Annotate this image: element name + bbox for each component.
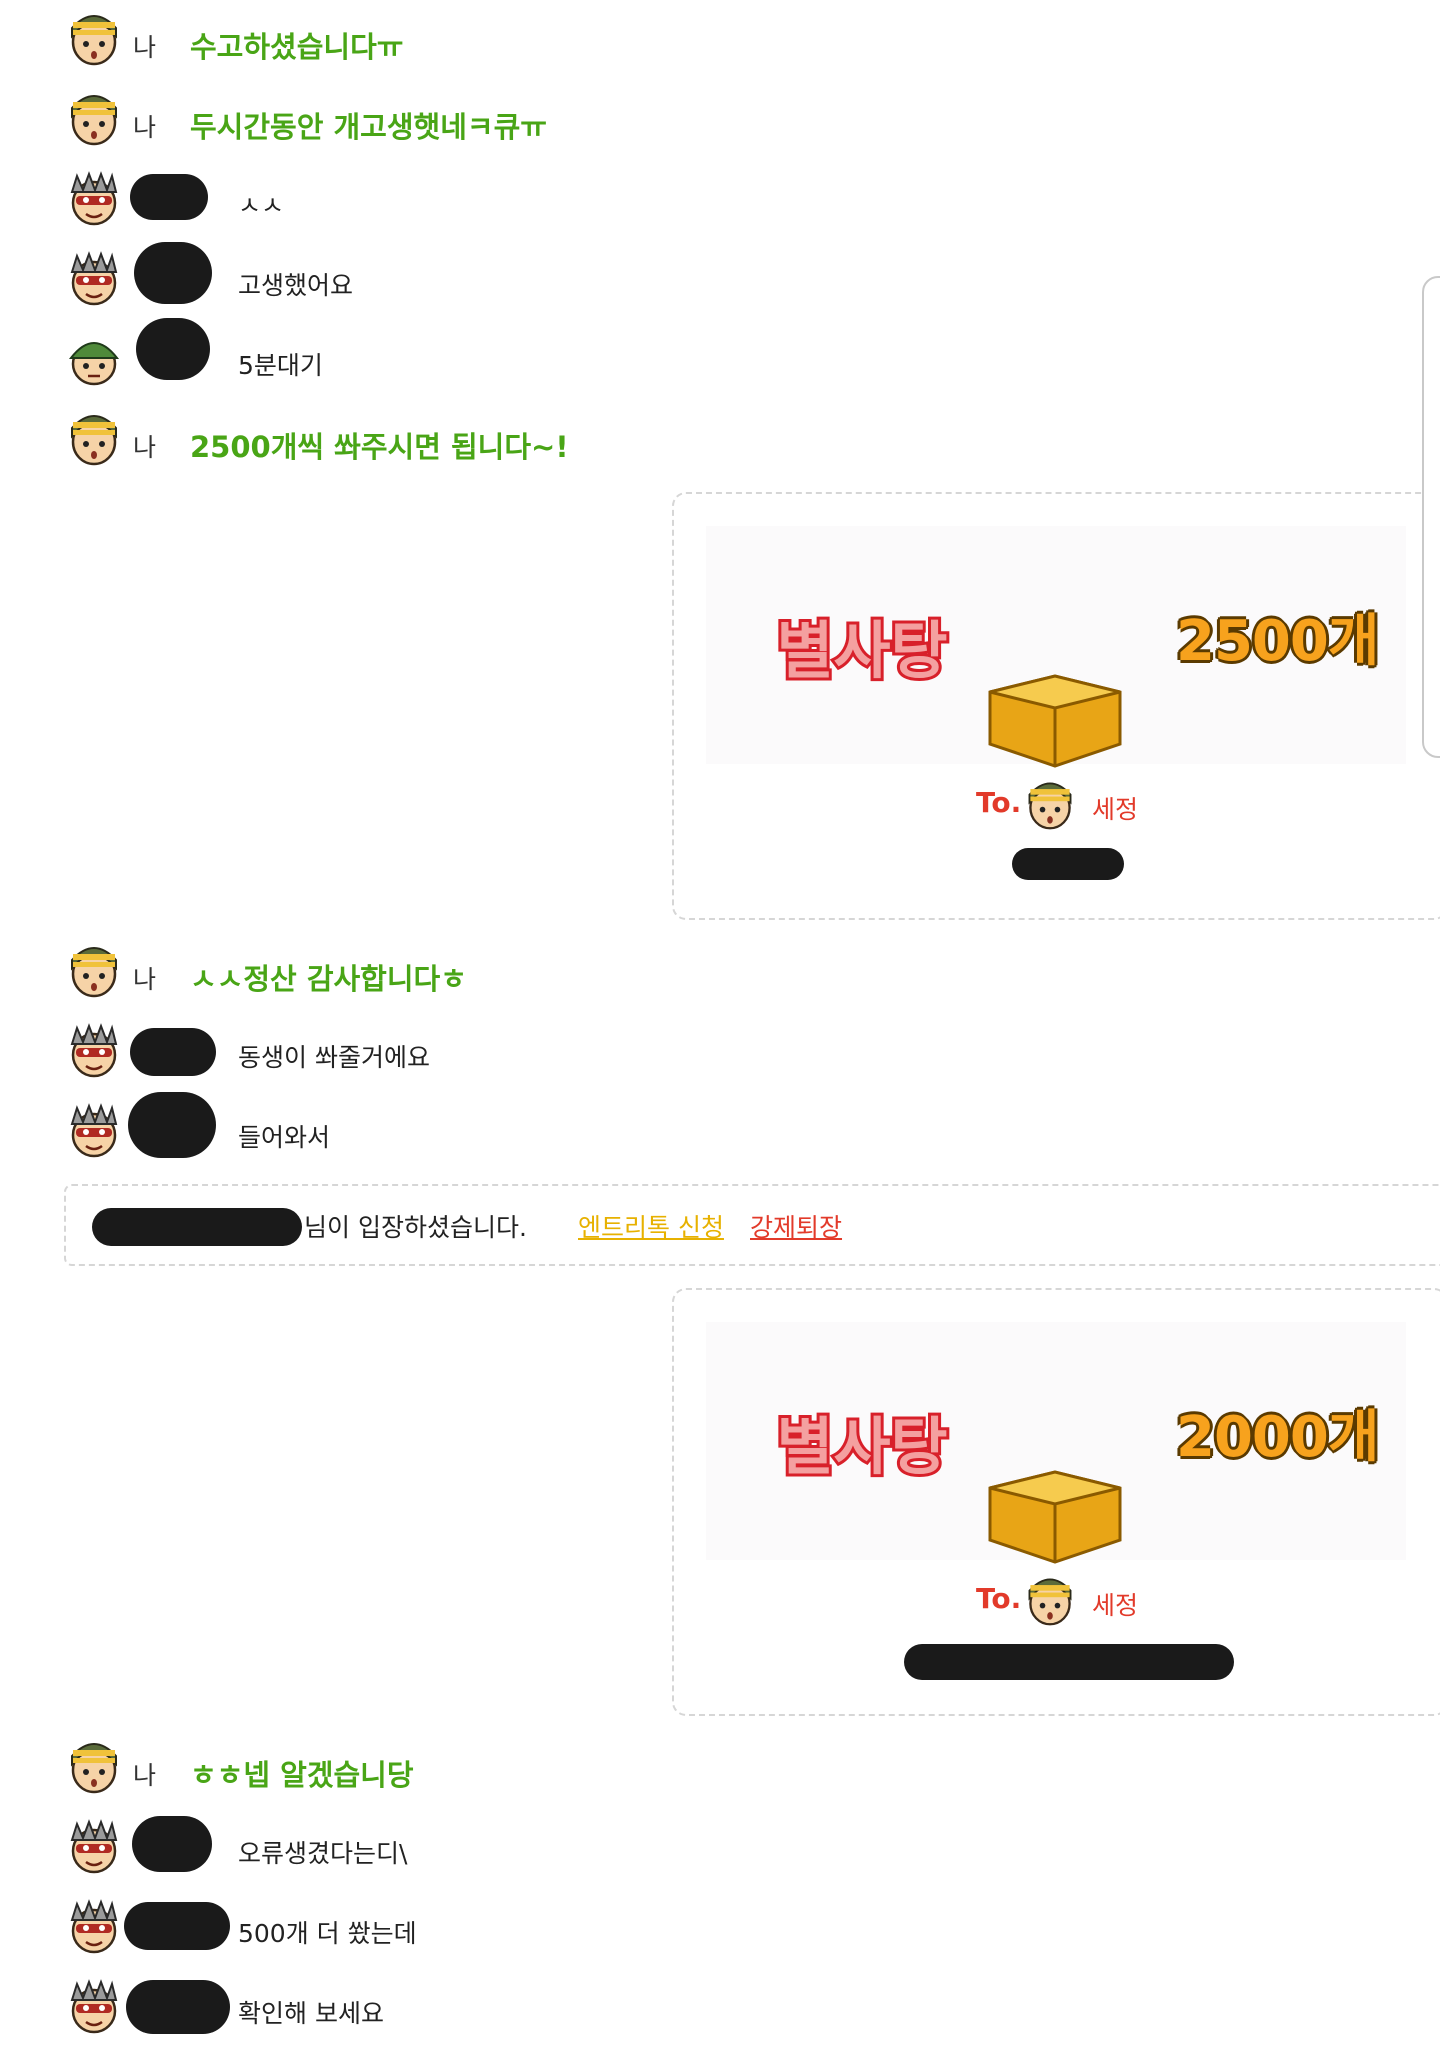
message-row: ㅅㅅ bbox=[0, 168, 1440, 238]
my-avatar-icon bbox=[70, 14, 118, 66]
message-text: 5분대기 bbox=[238, 351, 323, 380]
gift-box-icon bbox=[988, 1470, 1122, 1564]
star-candy-logo-icon: 별사탕 bbox=[773, 1407, 950, 1486]
redacted-name bbox=[128, 1092, 216, 1158]
message-row: 나 ㅎㅎ넵 알겠습니당 bbox=[0, 1736, 1440, 1806]
gift-amount: 2500개 bbox=[1176, 609, 1379, 674]
user-avatar-icon bbox=[70, 1980, 118, 2034]
message-row: 5분대기 bbox=[0, 318, 1440, 398]
scroll-handle[interactable] bbox=[1422, 276, 1440, 758]
message-row: 확인해 보세요 bbox=[0, 1976, 1440, 2046]
redacted-message bbox=[904, 1644, 1234, 1680]
redacted-message bbox=[1012, 848, 1124, 880]
message-row: 나 두시간동안 개고생햇네ㅋ큐ㅠ bbox=[0, 88, 1440, 158]
user-avatar-icon bbox=[69, 341, 119, 386]
gift-to-label: To. bbox=[976, 1582, 1022, 1615]
gift-recipient: 세정 bbox=[1092, 1591, 1139, 1620]
gift-box-icon bbox=[988, 674, 1122, 768]
my-avatar-icon bbox=[70, 414, 118, 466]
gift-banner: 별사탕 2500개 bbox=[706, 526, 1406, 768]
message-row: 나 2500개씩 쏴주시면 됩니다~! bbox=[0, 408, 1440, 478]
my-avatar-icon bbox=[70, 946, 118, 998]
message-row: 고생했어요 bbox=[0, 242, 1440, 318]
user-avatar-icon bbox=[70, 1820, 118, 1874]
message-text: 동생이 쏴줄거에요 bbox=[238, 1043, 430, 1072]
gift-amount: 2000개 bbox=[1176, 1405, 1379, 1470]
gift-card: 별사탕 2000개 To. 세정 bbox=[672, 1288, 1440, 1716]
me-label: 나 bbox=[133, 433, 157, 462]
message-row: 들어와서 bbox=[0, 1092, 1440, 1170]
system-notice: 님이 입장하셨습니다. 엔트리톡 신청 강제퇴장 bbox=[64, 1184, 1440, 1266]
gift-banner: 별사탕 2000개 bbox=[706, 1322, 1406, 1564]
message-row: 나 ㅅㅅ정산 감사합니다ㅎ bbox=[0, 940, 1440, 1010]
force-kick-link[interactable]: 강제퇴장 bbox=[750, 1208, 842, 1244]
system-notice-text: 님이 입장하셨습니다. bbox=[304, 1213, 527, 1242]
svg-text:별사탕: 별사탕 bbox=[776, 614, 947, 687]
redacted-name bbox=[126, 1980, 230, 2034]
message-text: ㅅㅅ정산 감사합니다ㅎ bbox=[190, 962, 467, 996]
user-avatar-icon bbox=[70, 1900, 118, 1954]
my-avatar-icon bbox=[70, 94, 118, 146]
gift-card: 별사탕 2500개 To. 세정 bbox=[672, 492, 1440, 920]
user-avatar-icon bbox=[70, 252, 118, 306]
recipient-avatar-icon bbox=[1028, 782, 1072, 830]
my-avatar-icon bbox=[70, 1742, 118, 1794]
me-label: 나 bbox=[133, 33, 157, 62]
redacted-name bbox=[130, 174, 208, 220]
message-text: 두시간동안 개고생햇네ㅋ큐ㅠ bbox=[190, 110, 547, 144]
message-row: 오류생겼다는디\ bbox=[0, 1816, 1440, 1886]
gift-to-label: To. bbox=[976, 786, 1022, 819]
user-avatar-icon bbox=[70, 1104, 118, 1158]
message-text: 고생했어요 bbox=[238, 271, 354, 300]
me-label: 나 bbox=[133, 1761, 157, 1790]
message-text: 500개 더 쐈는데 bbox=[238, 1919, 417, 1948]
message-text: 2500개씩 쏴주시면 됩니다~! bbox=[190, 430, 569, 464]
me-label: 나 bbox=[133, 965, 157, 994]
message-row: 나 수고하셨습니다ㅠ bbox=[0, 8, 1440, 78]
svg-text:별사탕: 별사탕 bbox=[776, 1410, 947, 1483]
message-row: 500개 더 쐈는데 bbox=[0, 1896, 1440, 1966]
message-text: 들어와서 bbox=[238, 1123, 331, 1152]
message-text: 수고하셨습니다ㅠ bbox=[190, 30, 404, 64]
message-text: ㅅㅅ bbox=[238, 191, 285, 220]
redacted-name bbox=[132, 1816, 212, 1872]
message-text: 오류생겼다는디\ bbox=[238, 1839, 408, 1868]
message-row: 동생이 쏴줄거에요 bbox=[0, 1020, 1440, 1090]
gift-recipient: 세정 bbox=[1092, 795, 1139, 824]
redacted-name bbox=[136, 318, 210, 380]
recipient-avatar-icon bbox=[1028, 1578, 1072, 1626]
me-label: 나 bbox=[133, 113, 157, 142]
redacted-name bbox=[130, 1028, 216, 1076]
entry-talk-request-link[interactable]: 엔트리톡 신청 bbox=[578, 1208, 724, 1244]
redacted-name bbox=[92, 1208, 302, 1246]
message-text: 확인해 보세요 bbox=[238, 1999, 384, 2028]
message-text: ㅎㅎ넵 알겠습니당 bbox=[190, 1758, 414, 1792]
redacted-name bbox=[124, 1902, 230, 1950]
star-candy-logo-icon: 별사탕 bbox=[773, 611, 950, 690]
redacted-name bbox=[134, 242, 212, 304]
user-avatar-icon bbox=[70, 1024, 118, 1078]
user-avatar-icon bbox=[70, 172, 118, 226]
